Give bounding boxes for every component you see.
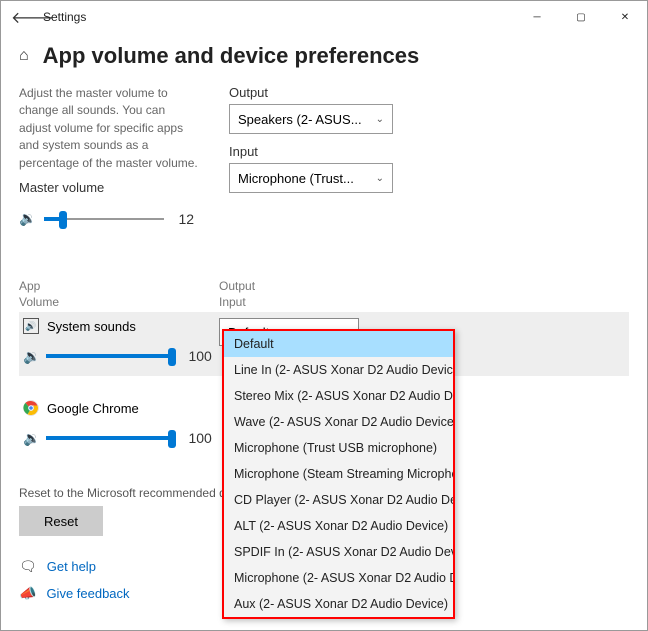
page-header: ⌂ App volume and device preferences — [19, 43, 629, 69]
window-title: Settings — [35, 10, 515, 24]
feedback-text: Give feedback — [46, 586, 129, 601]
col-output: Output — [219, 279, 255, 295]
reset-button[interactable]: Reset — [19, 506, 103, 536]
dropdown-option[interactable]: Microphone (Steam Streaming Microphone) — [224, 461, 453, 487]
window-controls: ─ ▢ ✕ — [515, 1, 647, 33]
output-label: Output — [229, 85, 629, 100]
app-volume-value: 100 — [188, 430, 211, 446]
app-volume-value: 100 — [188, 348, 211, 364]
speaker-icon[interactable]: 🔉 — [19, 210, 36, 227]
maximize-button[interactable]: ▢ — [559, 1, 603, 33]
page-title: App volume and device preferences — [43, 43, 420, 69]
col-input: Input — [219, 295, 255, 311]
app-volume-slider[interactable] — [46, 424, 176, 452]
dropdown-option[interactable]: CD Player (2- ASUS Xonar D2 Audio Device… — [224, 487, 453, 513]
chrome-icon — [23, 400, 39, 416]
output-value: Speakers (2- ASUS... — [238, 112, 362, 127]
input-value: Microphone (Trust... — [238, 171, 354, 186]
minimize-button[interactable]: ─ — [515, 1, 559, 33]
system-sounds-icon: 🔊 — [23, 318, 39, 334]
home-icon[interactable]: ⌂ — [19, 47, 29, 65]
feedback-icon: 📣 — [19, 585, 36, 602]
speaker-icon[interactable]: 🔉 — [23, 348, 40, 365]
dropdown-option[interactable]: Stereo Mix (2- ASUS Xonar D2 Audio Devic… — [224, 383, 453, 409]
output-select[interactable]: Speakers (2- ASUS... ⌄ — [229, 104, 393, 134]
master-volume-row: 🔉 12 — [19, 205, 199, 233]
chevron-down-icon: ⌄ — [376, 114, 384, 125]
chevron-down-icon: ⌄ — [376, 173, 384, 184]
master-volume-label: Master volume — [19, 180, 199, 195]
description-text: Adjust the master volume to change all s… — [19, 85, 199, 172]
help-icon: 🗨 — [19, 558, 37, 575]
titlebar: 🡐 Settings ─ ▢ ✕ — [1, 1, 647, 33]
help-text: Get help — [47, 559, 96, 574]
col-volume: Volume — [19, 295, 219, 311]
close-button[interactable]: ✕ — [603, 1, 647, 33]
app-volume-slider[interactable] — [46, 342, 176, 370]
dropdown-option[interactable]: SPDIF In (2- ASUS Xonar D2 Audio Device) — [224, 539, 453, 565]
back-button[interactable]: 🡐 — [11, 7, 35, 28]
dropdown-option[interactable]: Line In (2- ASUS Xonar D2 Audio Device) — [224, 357, 453, 383]
dropdown-option[interactable]: ALT (2- ASUS Xonar D2 Audio Device) — [224, 513, 453, 539]
dropdown-option[interactable]: Microphone (2- ASUS Xonar D2 Audio Devic… — [224, 565, 453, 591]
app-name: Google Chrome — [47, 401, 139, 416]
input-select[interactable]: Microphone (Trust... ⌄ — [229, 163, 393, 193]
col-app: App — [19, 279, 219, 295]
dropdown-option[interactable]: Microphone (Trust USB microphone) — [224, 435, 453, 461]
input-device-dropdown: Default Line In (2- ASUS Xonar D2 Audio … — [222, 329, 455, 619]
master-volume-slider[interactable] — [44, 205, 164, 233]
app-name: System sounds — [47, 319, 136, 334]
dropdown-option[interactable]: Wave (2- ASUS Xonar D2 Audio Device) — [224, 409, 453, 435]
speaker-icon[interactable]: 🔉 — [23, 430, 40, 447]
dropdown-option[interactable]: Default — [224, 331, 453, 357]
dropdown-option[interactable]: Aux (2- ASUS Xonar D2 Audio Device) — [224, 591, 453, 617]
column-headers: App Volume Output Input — [19, 279, 629, 310]
master-volume-value: 12 — [178, 211, 194, 227]
input-label: Input — [229, 144, 629, 159]
